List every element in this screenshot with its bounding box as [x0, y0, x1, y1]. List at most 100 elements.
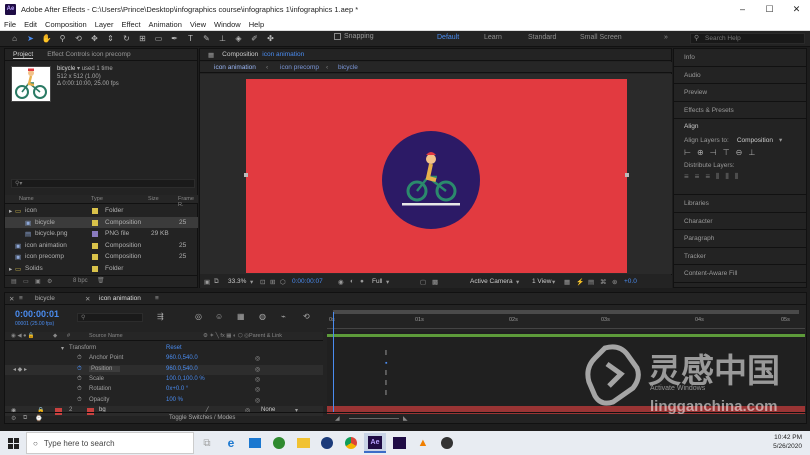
layer-switches-icon[interactable]: ⚙ [11, 415, 16, 422]
taskbar-search-box[interactable]: ○ Type here to search [26, 432, 194, 454]
search-help-input[interactable]: Search Help [690, 33, 805, 44]
property-row[interactable]: ▾ Transform Reset [5, 344, 323, 354]
interpret-footage-icon[interactable]: ▤ [11, 278, 17, 285]
align-center-v-icon[interactable]: ⊖ [736, 148, 743, 157]
timeline-current-time[interactable]: 0:00:00:01 [15, 309, 59, 319]
snapping-toggle[interactable]: Snapping [334, 33, 374, 40]
expand-arrow-icon[interactable]: ▸ [9, 265, 12, 273]
expand-arrow-icon[interactable]: ▸ [9, 207, 12, 215]
column-size[interactable]: Size [148, 196, 159, 202]
menu-composition[interactable]: Composition [41, 20, 91, 29]
column-type[interactable]: Type [91, 196, 103, 202]
menu-icon[interactable]: ≡ [19, 295, 23, 302]
label-color-swatch[interactable] [92, 208, 98, 214]
align-center-h-icon[interactable]: ⊕ [697, 148, 704, 157]
current-time-display[interactable]: 0:00:00:07 [292, 278, 323, 285]
menu-animation[interactable]: Animation [145, 20, 186, 29]
menu-edit[interactable]: Edit [20, 20, 41, 29]
panel-paragraph[interactable]: Paragraph [674, 230, 806, 248]
safe-zones-icon[interactable]: ⊡ [260, 278, 265, 286]
align-target-select[interactable]: Composition [737, 137, 773, 144]
workspace-small-screen[interactable]: Small Screen [580, 34, 622, 41]
panel-audio[interactable]: Audio [674, 67, 806, 84]
project-row[interactable]: ▣ icon animation Composition 25 [5, 240, 198, 251]
chevron-down-icon[interactable]: ▾ [61, 345, 64, 352]
zoom-slider[interactable] [349, 418, 399, 419]
file-explorer-icon[interactable] [292, 433, 314, 453]
expression-pickwhip-icon[interactable]: ◎ [255, 376, 260, 383]
project-settings-icon[interactable]: ⚙ [47, 278, 52, 285]
work-area-bar[interactable] [333, 310, 799, 314]
hand-tool-icon[interactable]: ✋ [40, 33, 53, 45]
type-tool-icon[interactable]: T [184, 33, 197, 45]
project-row[interactable]: ▸ ▭ icon Folder [5, 205, 198, 216]
pen-tool-icon[interactable]: ✒ [168, 33, 181, 45]
workspace-standard[interactable]: Standard [528, 34, 556, 41]
panel-libraries[interactable]: Libraries [674, 195, 806, 213]
stopwatch-icon[interactable]: ⏱ [77, 397, 82, 404]
puppet-tool-icon[interactable]: ✤ [264, 33, 277, 45]
breadcrumb-icon-precomp[interactable]: icon precomp [280, 64, 319, 71]
toggle-switches-modes[interactable]: Toggle Switches / Modes [169, 415, 235, 421]
column-name[interactable]: Name [19, 196, 34, 202]
time-ruler[interactable]: 0s 01s 02s 03s 04s 05s [327, 310, 805, 329]
property-value[interactable]: 100 % [166, 397, 183, 403]
preview-toggle-icon[interactable]: ⧉ [214, 278, 219, 286]
clone-stamp-tool-icon[interactable]: ⊥ [216, 33, 229, 45]
comp-tab-label[interactable]: Composition [222, 51, 258, 58]
premiere-icon[interactable] [388, 433, 410, 453]
av-features-icon[interactable]: ◉ ◀ ● 🔒 [11, 333, 35, 339]
exposure-value[interactable]: +0.0 [624, 278, 637, 285]
maximize-icon[interactable]: ☐ [756, 0, 783, 18]
distribute-left-icon[interactable]: ⫴ [716, 172, 719, 182]
transparency-grid-icon[interactable]: ▩ [432, 278, 438, 286]
label-color-swatch[interactable] [92, 219, 98, 226]
start-button[interactable] [0, 431, 26, 455]
zoom-out-icon[interactable]: ◢ [335, 415, 340, 422]
after-effects-taskbar-icon[interactable]: Ae [364, 433, 386, 453]
menu-icon[interactable]: ≡ [155, 295, 159, 302]
mask-visibility-icon[interactable]: ⬡ [280, 278, 286, 286]
timeline-icon[interactable]: ▤ [588, 278, 594, 286]
expression-pickwhip-icon[interactable]: ◎ [255, 397, 260, 404]
property-row[interactable]: ⏱ Anchor Point 960.0,540.0 ◎ [5, 354, 323, 364]
menu-help[interactable]: Help [245, 20, 268, 29]
close-icon[interactable]: ✕ [85, 295, 90, 303]
channel-icon[interactable]: ● [360, 278, 364, 285]
stopwatch-icon[interactable]: ⏱ [77, 376, 82, 383]
panel-content-aware-fill[interactable]: Content-Aware Fill [674, 265, 806, 283]
align-left-icon[interactable]: ⊢ [684, 148, 691, 157]
pan-behind-tool-icon[interactable]: ⊞ [136, 33, 149, 45]
expression-pickwhip-icon[interactable]: ◎ [255, 366, 260, 373]
rectangle-tool-icon[interactable]: ▭ [152, 33, 165, 45]
project-search-input[interactable]: ⚲▾ [11, 179, 195, 188]
keyframe-icon[interactable]: I [385, 390, 387, 397]
media-player-icon[interactable] [316, 433, 338, 453]
chevron-down-icon[interactable]: ▾ [779, 136, 782, 144]
close-icon[interactable]: ✕ [9, 295, 14, 303]
timeline-search-input[interactable]: ⚲ [77, 313, 143, 322]
label-color-swatch[interactable] [92, 242, 98, 249]
comp-viewer[interactable] [200, 74, 672, 274]
menu-effect[interactable]: Effect [117, 20, 144, 29]
draft-3d-icon[interactable]: ◎ [195, 312, 202, 321]
keyframe-icon[interactable]: I [385, 370, 387, 377]
property-value[interactable]: 0x+0.0 ° [166, 386, 188, 392]
menu-file[interactable]: File [0, 20, 20, 29]
panel-effects-presets[interactable]: Effects & Presets [674, 102, 806, 119]
zoom-in-icon[interactable]: ◣ [403, 415, 408, 422]
vlc-icon[interactable]: ▲ [412, 433, 434, 453]
pan-tool-icon[interactable]: ✥ [88, 33, 101, 45]
color-depth-label[interactable]: 8 bpc [73, 278, 88, 284]
project-row[interactable]: ▤ bicycle.png PNG file 29 KB [5, 228, 198, 239]
panel-tracker[interactable]: Tracker [674, 248, 806, 265]
workspace-overflow-icon[interactable]: » [664, 34, 668, 41]
views-select[interactable]: 1 View [532, 278, 551, 285]
switches-icon[interactable]: ⚙ ✶ ╲ fx ▦ ◐ ⬡ ◎ [203, 333, 249, 339]
playhead[interactable] [333, 312, 334, 412]
tab-effect-controls[interactable]: Effect Controls icon precomp [47, 51, 130, 58]
zoom-tool-icon[interactable]: ⚲ [56, 33, 69, 45]
delete-icon[interactable]: 🗑 [97, 277, 105, 284]
distribute-center-v-icon[interactable]: ≡ [695, 172, 700, 182]
selection-tool-icon[interactable]: ➤ [24, 33, 37, 45]
